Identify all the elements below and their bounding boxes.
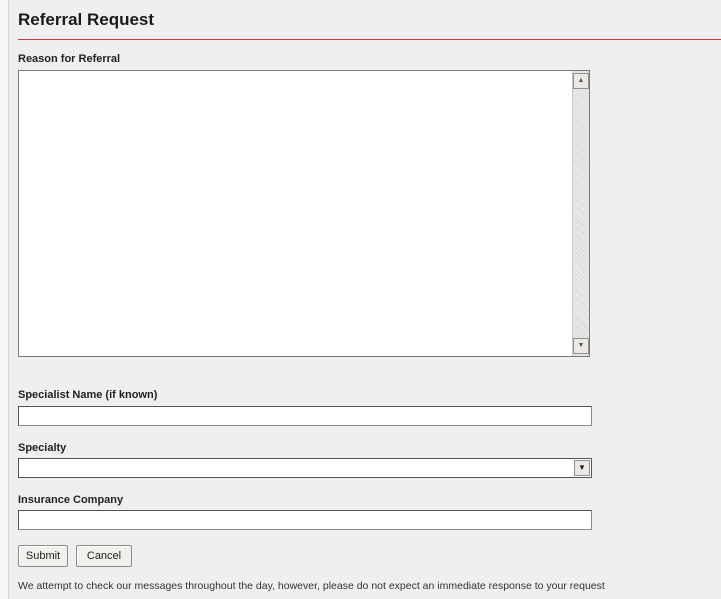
scroll-down-arrow-icon[interactable]: ▼ (573, 338, 589, 354)
reason-label: Reason for Referral (18, 53, 121, 65)
insurance-company-label: Insurance Company (18, 494, 124, 506)
scroll-up-arrow-icon[interactable]: ▲ (573, 73, 589, 89)
page-title: Referral Request (18, 10, 155, 29)
left-edge-strip (0, 0, 9, 599)
cancel-button[interactable]: Cancel (76, 545, 132, 567)
specialty-select[interactable]: ▼ (18, 458, 592, 478)
title-divider (18, 39, 721, 40)
specialist-name-input[interactable] (18, 406, 592, 426)
reason-scrollbar[interactable]: ▲ ▼ (572, 71, 589, 356)
submit-button[interactable]: Submit (18, 545, 68, 567)
specialist-name-label: Specialist Name (if known) (18, 389, 158, 401)
response-time-note: We attempt to check our messages through… (18, 580, 605, 592)
referral-form-page: Referral Request Reason for Referral ▲ ▼… (10, 0, 721, 599)
reason-textarea[interactable] (19, 71, 574, 356)
specialty-label: Specialty (18, 442, 67, 454)
reason-textarea-container: ▲ ▼ (18, 70, 590, 357)
insurance-company-input[interactable] (18, 510, 592, 530)
dropdown-arrow-icon[interactable]: ▼ (574, 460, 590, 476)
